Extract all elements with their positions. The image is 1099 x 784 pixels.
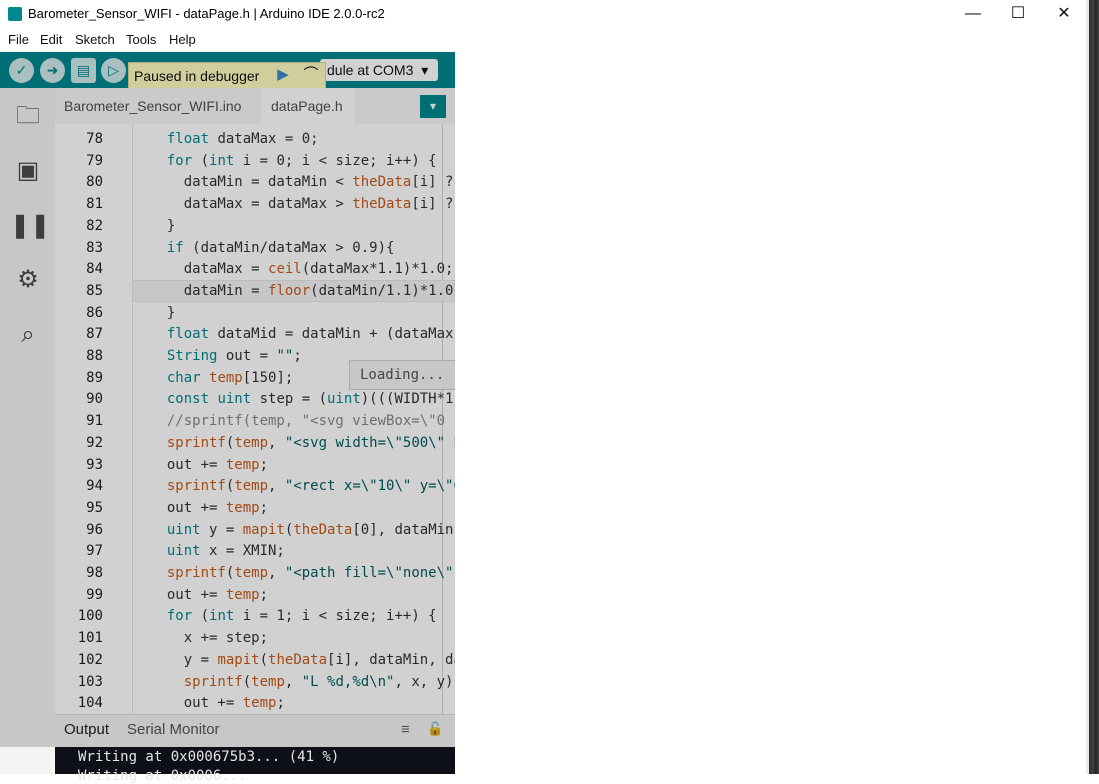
code-editor[interactable]: 78 float dataMax = 0; 79 for (int i = 0; … (55, 124, 455, 714)
code-line: out += temp; (150, 586, 269, 603)
tab-serial-monitor[interactable]: Serial Monitor (127, 721, 220, 738)
line-number: 82 (86, 217, 103, 234)
line-number: 95 (86, 499, 103, 516)
tab-barometer-ino[interactable]: Barometer_Sensor_WIFI.ino (64, 88, 241, 124)
indent-guide (132, 124, 133, 714)
folder-icon[interactable]: 🗀 (10, 98, 46, 134)
menu-file[interactable]: File (8, 32, 29, 47)
code-line: dataMin = dataMin < theData[i] ? (150, 174, 454, 191)
code-line: sprintf(temp, "<svg width=\"500\" h (166, 434, 455, 451)
line-number: 87 (86, 326, 103, 343)
window-title: Barometer_Sensor_WIFI - dataPage.h | Ard… (28, 6, 385, 21)
code-line: sprintf(temp, "L %d,%d\n", x, y); (183, 673, 455, 690)
line-number: 103 (77, 673, 103, 690)
code-line: String out = ""; (166, 348, 302, 364)
code-line: out += temp; (150, 499, 269, 516)
menu-sketch[interactable]: Sketch (75, 32, 115, 47)
desktop-edge (1086, 0, 1099, 774)
code-line: dataMin = floor(dataMin/1.1)*1.0; (150, 282, 455, 299)
code-line: sprintf(temp, "<rect x=\"10\" y=\"0 (166, 478, 455, 495)
upload-button[interactable]: ➜ (40, 58, 65, 83)
line-number: 104 (77, 695, 103, 712)
debug-button[interactable]: ▷ (101, 58, 126, 83)
code-line: uint x = XMIN; (166, 543, 285, 560)
clear-output-icon[interactable]: ≡ (401, 721, 410, 738)
menu-bar (0, 28, 1086, 52)
close-button[interactable]: ✕ (1041, 0, 1087, 28)
line-number: 93 (86, 456, 103, 473)
code-line: dataMax = ceil(dataMax*1.1)*1.0; (150, 261, 454, 278)
code-line: float dataMid = dataMin + (dataMax (166, 326, 454, 343)
lock-icon[interactable]: 🔓 (427, 721, 443, 737)
line-number: 85 (86, 282, 103, 299)
code-line: uint y = mapit(theData[0], dataMin, (166, 521, 455, 538)
verify-button[interactable]: ✓ (9, 58, 34, 83)
line-number: 97 (86, 543, 103, 560)
code-line: out += temp; (150, 456, 269, 473)
tooltip-text: Paused in debugger (134, 68, 260, 84)
board-selector[interactable]: dule at COM3 ▾ (320, 59, 438, 81)
line-number: 90 (86, 391, 103, 408)
menu-help[interactable]: Help (169, 32, 196, 47)
code-line: const uint step = (uint)(((WIDTH*1. (166, 391, 455, 408)
line-number: 80 (86, 174, 103, 191)
code-line: if (dataMin/dataMax > 0.9){ (166, 239, 395, 256)
tab-datapage-h[interactable]: dataPage.h (271, 88, 343, 124)
code-line: for (int i = 1; i < size; i++) { (166, 608, 437, 625)
maximize-button[interactable]: ☐ (995, 0, 1041, 28)
line-number: 84 (86, 261, 103, 278)
tab-output[interactable]: Output (64, 721, 109, 738)
line-number: 96 (86, 521, 103, 538)
menu-tools[interactable]: Tools (126, 32, 156, 47)
line-number: 102 (77, 651, 103, 668)
step-over-icon[interactable]: ⌒ (299, 65, 323, 85)
line-number: 92 (86, 434, 103, 451)
debug-icon[interactable]: ⚙ (10, 262, 46, 298)
line-number: 79 (86, 152, 103, 169)
output-line: Writing at 0x000675b3... (41 %) (78, 749, 340, 765)
code-line: //sprintf(temp, "<svg viewBox=\"0 (150, 413, 446, 430)
library-icon[interactable]: ❚❚ (10, 208, 50, 244)
code-line: } (150, 304, 176, 321)
loading-text: Loading... (360, 367, 445, 383)
line-number: 89 (86, 369, 103, 386)
sidebar (0, 88, 55, 774)
code-line: for (int i = 0; i < size; i++) { (166, 152, 437, 169)
line-number: 86 (86, 304, 103, 321)
line-number: 83 (86, 239, 103, 256)
arduino-app-icon: arduino-infinity-icon (8, 7, 22, 21)
output-line: Writing at 0x0006... (78, 768, 247, 784)
code-line: float dataMax = 0; (166, 131, 319, 147)
line-number: 100 (77, 608, 103, 625)
code-line: } (150, 217, 176, 234)
code-line: y = mapit(theData[i], dataMin, da (150, 651, 455, 668)
new-sketch-button[interactable]: ▤ (71, 58, 96, 83)
board-label: dule at COM3 (327, 62, 414, 78)
continue-icon[interactable]: ▶ (272, 65, 294, 85)
line-number: 99 (86, 586, 103, 603)
line-number: 78 (86, 131, 103, 147)
minimize-button[interactable]: — (950, 0, 996, 28)
board-icon[interactable]: ▣ (10, 153, 46, 189)
line-number: 81 (86, 196, 103, 213)
code-line: char temp[150]; (166, 369, 294, 386)
code-line: out += temp; (150, 695, 285, 712)
line-number: 98 (86, 565, 103, 581)
code-line: x += step; (150, 630, 269, 647)
code-line: dataMax = dataMax > theData[i] ? (150, 196, 454, 213)
line-number: 94 (86, 478, 103, 495)
line-number: 101 (77, 630, 103, 647)
output-header (55, 714, 455, 748)
menu-edit[interactable]: Edit (40, 32, 62, 47)
line-number: 91 (86, 413, 103, 430)
chevron-down-icon: ▾ (421, 62, 429, 78)
search-icon[interactable]: ⌕ (10, 317, 46, 353)
code-line: sprintf(temp, "<path fill=\"none\" (166, 565, 454, 581)
line-number: 88 (86, 348, 103, 364)
tab-menu-button[interactable]: ▾ (420, 95, 446, 118)
